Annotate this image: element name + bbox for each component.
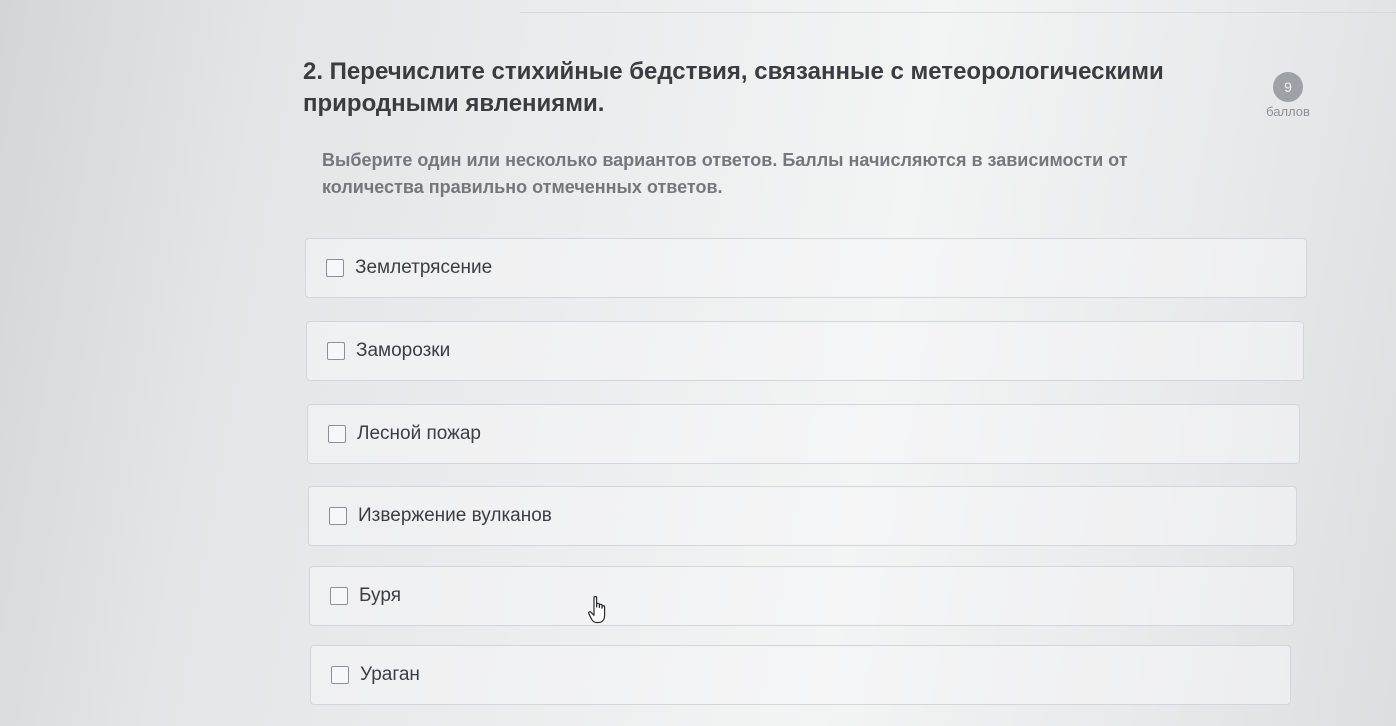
answer-option-label: Землетрясение xyxy=(355,257,493,278)
checkbox[interactable] xyxy=(327,342,345,360)
answer-option[interactable]: Заморозки xyxy=(306,321,1304,381)
points-label: баллов xyxy=(1266,104,1310,119)
checkbox[interactable] xyxy=(331,666,349,684)
points-badge: 9 xyxy=(1273,72,1303,102)
points-indicator: 9 баллов xyxy=(1258,72,1318,119)
checkbox[interactable] xyxy=(326,259,344,277)
top-divider xyxy=(520,12,1396,13)
answer-option-label: Заморозки xyxy=(356,340,451,361)
answer-option[interactable]: Лесной пожар xyxy=(307,404,1300,464)
question-title: 2. Перечислите стихийные бедствия, связа… xyxy=(303,58,1164,117)
checkbox[interactable] xyxy=(329,507,347,525)
answer-option-label: Извержение вулканов xyxy=(358,505,552,526)
answer-option-label: Лесной пожар xyxy=(357,423,481,444)
answer-option[interactable]: Извержение вулканов xyxy=(308,486,1297,546)
hand-pointer-icon xyxy=(588,595,606,624)
checkbox[interactable] xyxy=(328,425,346,443)
checkbox[interactable] xyxy=(330,587,348,605)
answer-option[interactable]: Буря xyxy=(309,566,1294,626)
answer-option[interactable]: Землетрясение xyxy=(305,238,1307,298)
question-instruction: Выберите один или несколько вариантов от… xyxy=(322,150,1128,197)
answer-option[interactable]: Ураган xyxy=(310,645,1291,705)
answer-option-label: Ураган xyxy=(360,664,420,685)
answer-option-label: Буря xyxy=(359,585,401,606)
